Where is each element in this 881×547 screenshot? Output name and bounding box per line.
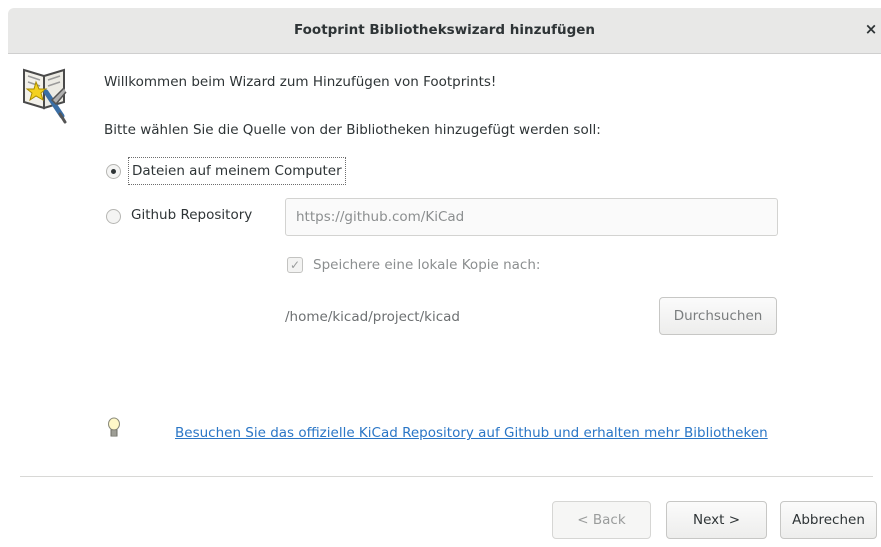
lightbulb-icon	[108, 417, 120, 437]
local-copy-label: Speichere eine lokale Kopie nach:	[313, 257, 541, 273]
back-button[interactable]: < Back	[552, 501, 651, 539]
browse-button[interactable]: Durchsuchen	[659, 297, 777, 335]
checkmark-icon: ✓	[289, 258, 301, 272]
local-files-radio[interactable]	[106, 164, 121, 179]
welcome-text: Willkommen beim Wizard zum Hinzufügen vo…	[104, 74, 497, 90]
local-copy-checkbox[interactable]: ✓	[287, 257, 303, 273]
close-icon[interactable]: ×	[863, 20, 879, 38]
title-bar: Footprint Bibliothekswizard hinzufügen ×	[8, 8, 881, 54]
wizard-book-icon	[23, 68, 67, 124]
source-prompt: Bitte wählen Sie die Quelle von der Bibl…	[104, 122, 601, 138]
button-divider	[20, 476, 873, 477]
github-label[interactable]: Github Repository	[131, 207, 252, 223]
local-files-label[interactable]: Dateien auf meinem Computer	[128, 157, 346, 185]
next-button[interactable]: Next >	[666, 501, 767, 539]
kicad-repository-link[interactable]: Besuchen Sie das offizielle KiCad Reposi…	[175, 425, 768, 441]
local-copy-path: /home/kicad/project/kicad	[285, 309, 460, 325]
github-radio[interactable]	[106, 209, 121, 224]
cancel-button[interactable]: Abbrechen	[780, 501, 877, 539]
github-url-input[interactable]	[285, 198, 778, 236]
window-title: Footprint Bibliothekswizard hinzufügen	[293, 22, 596, 38]
